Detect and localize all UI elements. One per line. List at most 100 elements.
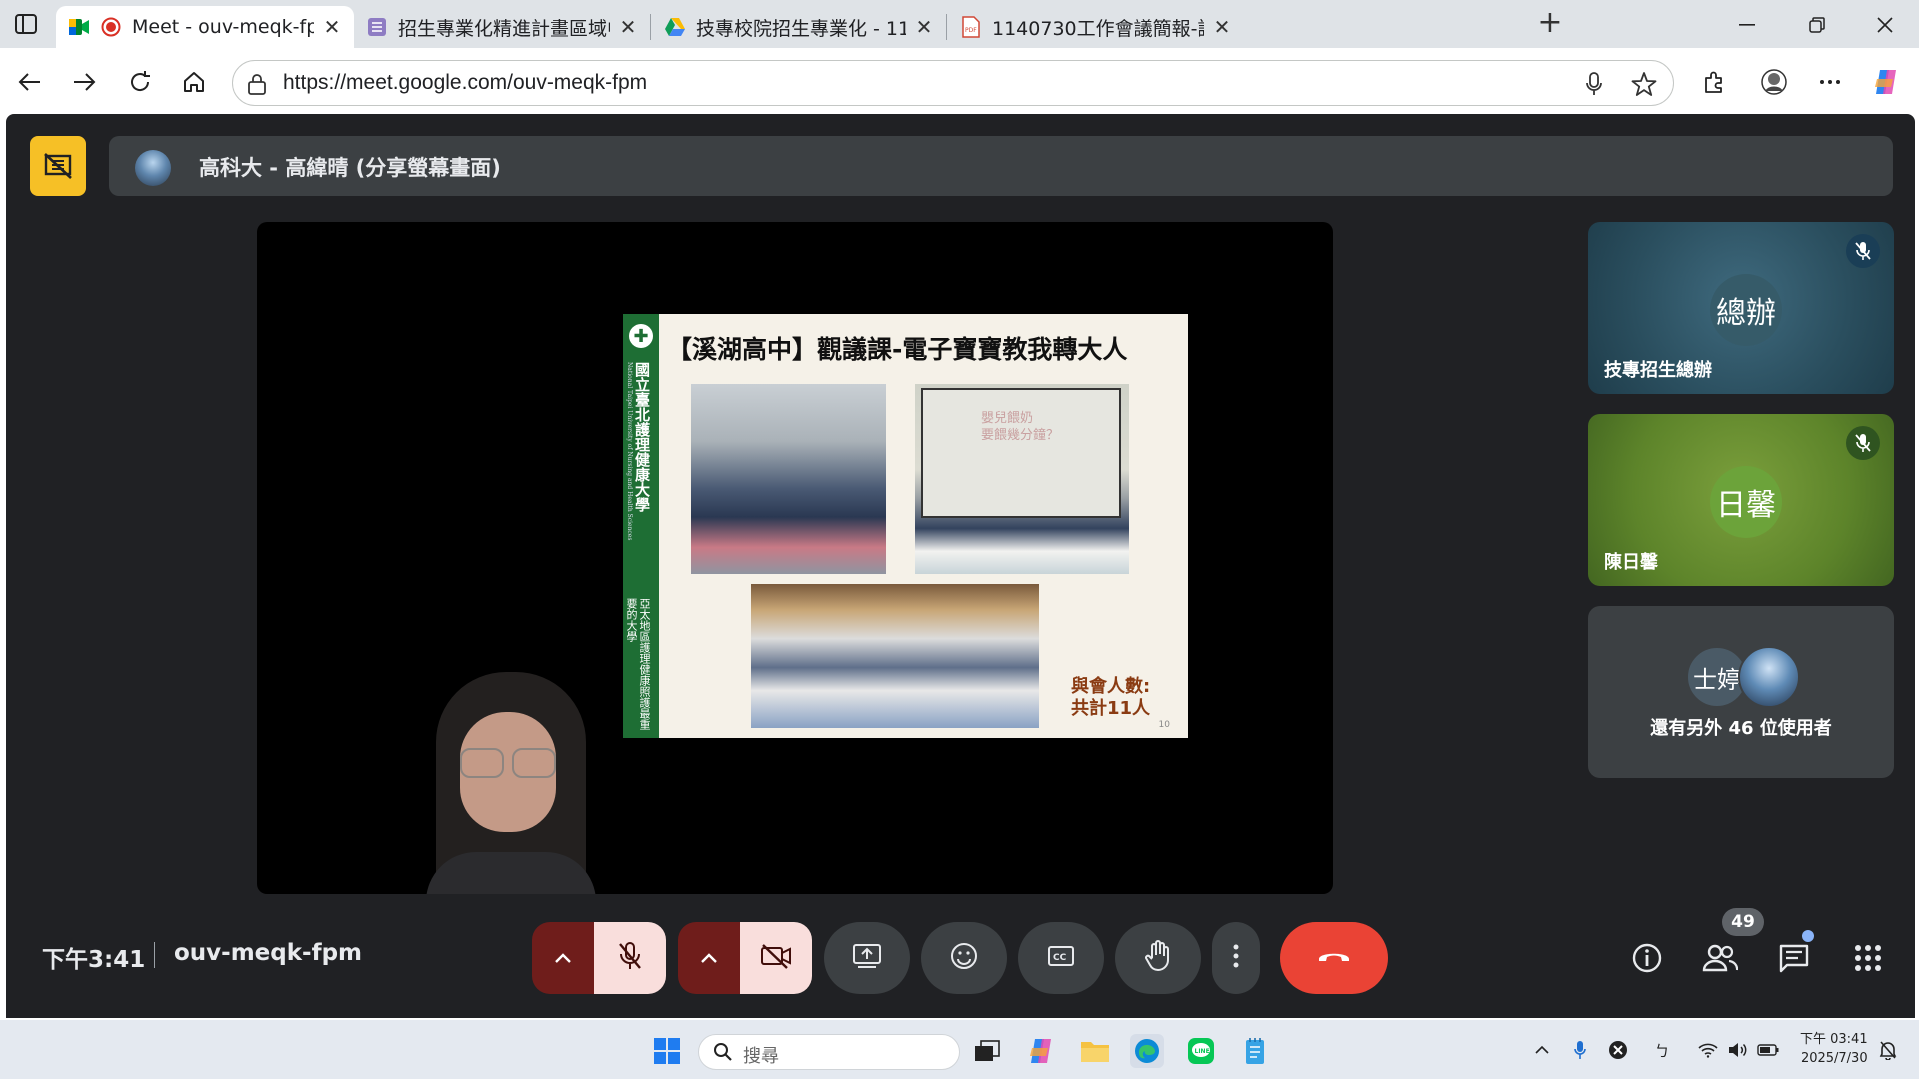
tab-title: 招生專業化精進計畫區域中心學校 <box>398 17 610 40</box>
university-name-en: National Taipei University of Nursing an… <box>626 362 633 541</box>
browser-toolbar: https://meet.google.com/ouv-meqk-fpm <box>0 48 1919 116</box>
tab-drive[interactable]: 技專校院招生專業化 - 114年度第 ✕ <box>652 6 946 48</box>
extensions-icon[interactable] <box>1698 66 1730 98</box>
taskbar-search[interactable]: 搜尋 <box>698 1034 960 1070</box>
reactions-button[interactable] <box>921 922 1007 994</box>
address-bar[interactable]: https://meet.google.com/ouv-meqk-fpm <box>232 60 1674 106</box>
close-tab-icon[interactable]: ✕ <box>914 15 934 39</box>
line-icon[interactable]: LINE <box>1184 1034 1218 1068</box>
shared-screen[interactable]: ✚ 國立臺北護理健康大學 National Taipei University … <box>257 222 1333 894</box>
svg-text:CC: CC <box>1053 953 1067 963</box>
unmute-mic-button[interactable] <box>594 922 666 994</box>
google-meet-icon <box>68 16 90 38</box>
task-view-icon[interactable] <box>970 1034 1004 1068</box>
captions-button[interactable]: CC <box>1018 922 1104 994</box>
voice-search-icon[interactable] <box>1585 72 1603 100</box>
minimize-icon[interactable] <box>1732 10 1762 40</box>
tab-title: 技專校院招生專業化 - 114年度第 <box>696 17 906 40</box>
tab-actions-icon[interactable] <box>14 12 38 36</box>
people-button[interactable] <box>1696 934 1744 982</box>
tab-docs[interactable]: 招生專業化精進計畫區域中心學校 ✕ <box>354 6 650 48</box>
avatar <box>135 150 171 186</box>
stop-presenting-button[interactable] <box>30 136 86 196</box>
taskbar-time: 下午 03:41 <box>1800 1032 1868 1047</box>
tab-meet[interactable]: Meet - ouv-meqk-fpm ✕ <box>56 6 354 48</box>
participant-tile[interactable]: 日馨 陳日馨 <box>1588 414 1894 586</box>
tab-divider <box>946 14 947 40</box>
wifi-icon[interactable] <box>1696 1038 1720 1062</box>
slide-page-number: 10 <box>1158 720 1170 730</box>
copilot-taskbar-icon[interactable] <box>1024 1034 1058 1068</box>
presenter-name: 高科大 - 高緯晴 (分享螢幕畫面) <box>199 156 501 180</box>
volume-icon[interactable] <box>1726 1038 1750 1062</box>
present-screen-icon <box>852 943 882 973</box>
site-info-icon[interactable] <box>247 73 267 99</box>
meeting-code: ouv-meqk-fpm <box>174 940 363 966</box>
google-drive-icon <box>664 16 686 38</box>
search-placeholder: 搜尋 <box>743 1046 779 1067</box>
more-vert-icon <box>1233 944 1239 972</box>
back-icon[interactable] <box>14 66 46 98</box>
tab-divider <box>650 14 651 40</box>
tab-title: 1140730工作會議簡報-講1.pdf <box>992 17 1204 40</box>
more-menu-icon[interactable] <box>1814 66 1846 98</box>
start-icon[interactable] <box>650 1034 684 1068</box>
divider <box>154 942 155 968</box>
edge-icon[interactable] <box>1130 1034 1164 1068</box>
university-slogan: 亞太地區護理健康照護最重要的大學 <box>625 598 651 730</box>
present-screen-button[interactable] <box>824 922 910 994</box>
audio-options-button[interactable] <box>532 922 594 994</box>
copilot-icon[interactable] <box>1870 66 1902 98</box>
raise-hand-button[interactable] <box>1115 922 1201 994</box>
attendee-count: 與會人數: 共計11人 <box>1071 676 1150 720</box>
home-icon[interactable] <box>178 66 210 98</box>
university-banner: ✚ 國立臺北護理健康大學 National Taipei University … <box>623 314 659 738</box>
tab-pdf[interactable]: PDF 1140730工作會議簡報-講1.pdf ✕ <box>948 6 1244 48</box>
close-window-icon[interactable] <box>1870 10 1900 40</box>
browser-tab-strip: Meet - ouv-meqk-fpm ✕ 招生專業化精進計畫區域中心學校 ✕ … <box>0 0 1919 48</box>
favorite-star-icon[interactable] <box>1631 71 1657 101</box>
close-tab-icon[interactable]: ✕ <box>322 15 342 39</box>
turn-on-camera-button[interactable] <box>740 922 812 994</box>
more-participants-tile[interactable]: 士婷 還有另外 46 位使用者 <box>1588 606 1894 778</box>
hang-up-icon <box>1316 948 1352 968</box>
more-options-button[interactable] <box>1212 922 1260 994</box>
close-tab-icon[interactable]: ✕ <box>1212 15 1232 39</box>
mic-off-icon <box>1846 234 1880 268</box>
meet-window: 高科大 - 高緯晴 (分享螢幕畫面) ✚ 國立臺北護理健康大學 National… <box>6 114 1915 1018</box>
attendee-count-label: 與會人數: <box>1071 676 1151 697</box>
people-count-badge: 49 <box>1722 908 1764 936</box>
notifications-icon[interactable] <box>1876 1038 1900 1062</box>
university-name: 國立臺北護理健康大學 <box>633 362 651 512</box>
file-explorer-icon[interactable] <box>1078 1034 1112 1068</box>
notepad-icon[interactable] <box>1238 1034 1272 1068</box>
participant-avatar: 總辦 <box>1710 274 1782 346</box>
recording-icon <box>100 16 122 38</box>
projector-screen: 嬰兒餵奶 要餵幾分鐘？ <box>921 388 1121 518</box>
participant-avatar <box>1738 646 1800 708</box>
camera-off-icon <box>760 943 792 973</box>
presentation-slide: ✚ 國立臺北護理健康大學 National Taipei University … <box>623 314 1188 738</box>
taskbar-clock[interactable]: 下午 03:41 2025/7/30 <box>1800 1030 1868 1068</box>
close-tab-icon[interactable]: ✕ <box>618 15 638 39</box>
show-hidden-icons[interactable] <box>1530 1038 1554 1062</box>
microphone-in-use-icon[interactable] <box>1568 1038 1592 1062</box>
leave-call-button[interactable] <box>1280 922 1388 994</box>
meeting-details-button[interactable] <box>1623 934 1671 982</box>
video-options-button[interactable] <box>678 922 740 994</box>
tab-title: Meet - ouv-meqk-fpm <box>132 16 314 38</box>
refresh-icon[interactable] <box>124 66 156 98</box>
battery-icon[interactable] <box>1756 1038 1780 1062</box>
mic-off-icon <box>1846 426 1880 460</box>
activities-button[interactable] <box>1844 934 1892 982</box>
restore-icon[interactable] <box>1802 10 1832 40</box>
new-tab-button[interactable]: + <box>1536 8 1564 38</box>
participant-tile[interactable]: 總辦 技專招生總辦 <box>1588 222 1894 394</box>
input-method-icon[interactable]: ㄅ <box>1650 1038 1674 1062</box>
chat-button[interactable] <box>1770 934 1818 982</box>
windows-taskbar: 搜尋 LINE ㄅ 下午 03:41 2025/7/30 <box>0 1020 1919 1079</box>
status-x-icon[interactable] <box>1606 1038 1630 1062</box>
forward-icon[interactable] <box>68 66 100 98</box>
profile-icon[interactable] <box>1758 66 1790 98</box>
meeting-photo <box>751 584 1039 728</box>
